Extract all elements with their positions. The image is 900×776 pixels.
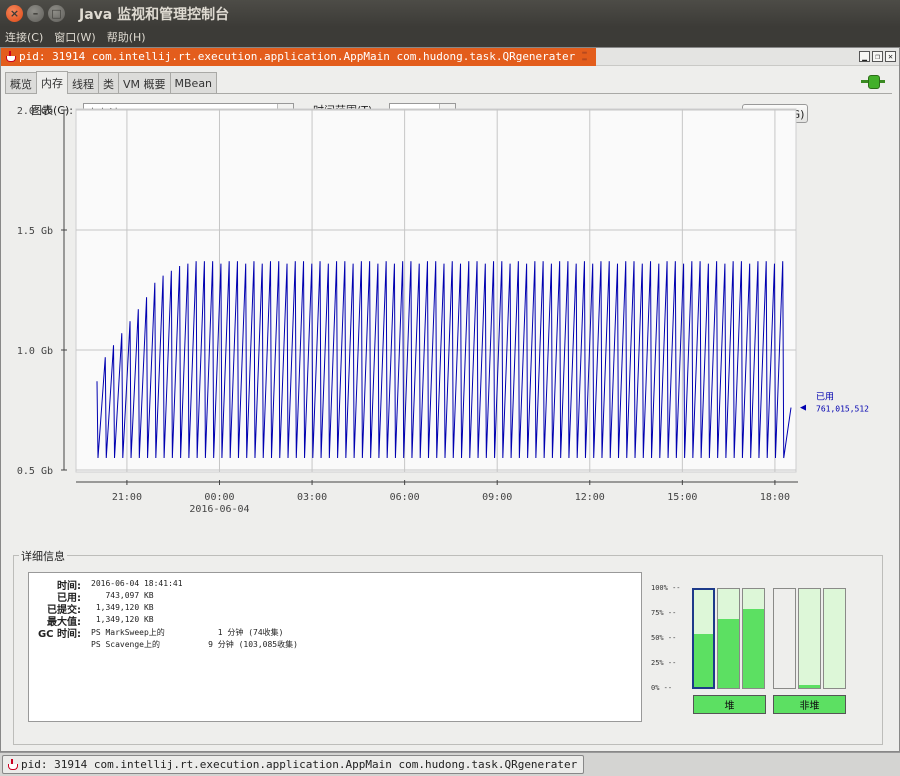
pool-tick-50: 50% --	[651, 634, 677, 642]
detail-value-max: 1,349,120 KB	[91, 615, 154, 624]
window-titlebar: × – □ Java 监视和管理控制台	[0, 0, 900, 27]
y-tick-label: 0.5 Gb	[17, 466, 53, 477]
x-tick-label: 00:00	[204, 492, 234, 503]
window-title: Java 监视和管理控制台	[79, 6, 230, 23]
memory-pools-panel: 100% -- 75% -- 50% -- 25% -- 0% -- 堆 非堆	[651, 584, 861, 716]
menu-window[interactable]: 窗口(W)	[54, 29, 95, 45]
pool-tick-100: 100% --	[651, 584, 681, 592]
heap-group-label[interactable]: 堆	[693, 695, 766, 714]
x-tick-label: 03:00	[297, 492, 327, 503]
minimize-icon[interactable]: –	[27, 5, 44, 22]
detail-value-gc-scavenge: PS Scavenge上的 9 分钟 (103,085收集)	[91, 640, 298, 649]
heap-pool-bar-eden[interactable]	[692, 588, 715, 689]
tab-memory[interactable]: 内存	[36, 71, 68, 94]
status-text: pid: 31914 com.intellij.rt.execution.app…	[21, 758, 578, 771]
java-icon	[6, 758, 18, 771]
nonheap-pool-bar-metaspace[interactable]	[798, 588, 821, 689]
frame-taskbar-button[interactable]: pid: 31914 com.intellij.rt.execution.app…	[2, 755, 585, 774]
legend-label: 已用	[816, 392, 834, 403]
nonheap-pool-bar-class[interactable]	[823, 588, 846, 689]
y-tick-label: 2.0 Gb	[17, 106, 53, 117]
legend-value: 761,015,512	[816, 405, 869, 414]
x-tick-label: 18:00	[760, 492, 790, 503]
x-tick-label: 12:00	[575, 492, 605, 503]
detail-value-time: 2016-06-04 18:41:41	[91, 579, 183, 588]
heap-pool-fill	[694, 633, 713, 687]
detail-value-gc-marksweep: PS MarkSweep上的 1 分钟 (74收集)	[91, 628, 284, 637]
status-bar: pid: 31914 com.intellij.rt.execution.app…	[0, 752, 900, 776]
pool-tick-75: 75% --	[651, 609, 677, 617]
menu-connect[interactable]: 连接(C)	[5, 29, 43, 45]
x-date-label: 2016-06-04	[189, 504, 249, 515]
heap-pool-fill	[718, 618, 739, 688]
menu-bar: 连接(C) 窗口(W) 帮助(H)	[0, 27, 900, 47]
details-heading: 详细信息	[19, 548, 67, 564]
pool-tick-0: 0% --	[651, 684, 673, 692]
legend-marker	[800, 404, 806, 411]
nonheap-pool-bar-code[interactable]	[773, 588, 796, 689]
nonheap-group-label[interactable]: 非堆	[773, 695, 846, 714]
y-tick-label: 1.5 Gb	[17, 226, 53, 237]
nonheap-pool-fill	[799, 685, 820, 688]
x-tick-label: 09:00	[482, 492, 512, 503]
x-tick-label: 15:00	[667, 492, 697, 503]
heap-pool-fill	[743, 608, 764, 688]
y-tick-label: 1.0 Gb	[17, 346, 53, 357]
heap-pool-bar-survivor[interactable]	[717, 588, 740, 689]
detail-value-committed: 1,349,120 KB	[91, 603, 154, 612]
details-content: 时间: 2016-06-04 18:41:41 已用: 743,097 KB 已…	[28, 572, 642, 722]
detail-label-gc-time: GC 时间:	[37, 629, 81, 640]
connection-frame: pid: 31914 com.intellij.rt.execution.app…	[0, 47, 900, 752]
pool-tick-25: 25% --	[651, 659, 677, 667]
detail-value-used: 743,097 KB	[91, 591, 154, 600]
x-tick-label: 21:00	[112, 492, 142, 503]
maximize-icon[interactable]: □	[48, 5, 65, 22]
heap-pool-bar-old[interactable]	[742, 588, 765, 689]
menu-help[interactable]: 帮助(H)	[107, 29, 146, 45]
x-tick-label: 06:00	[390, 492, 420, 503]
close-icon[interactable]: ×	[6, 5, 23, 22]
memory-chart: 0.5 Gb 1.0 Gb 1.5 Gb 2.0 Gb 21:00 00:00 03:00 0…	[17, 106, 869, 515]
